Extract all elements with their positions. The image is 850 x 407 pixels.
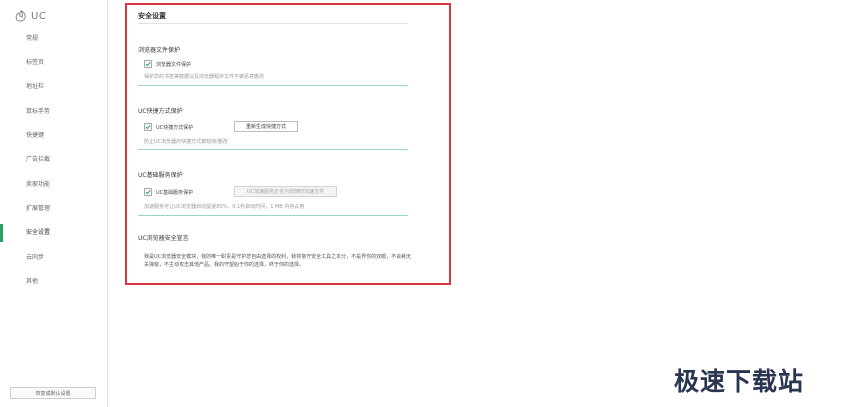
section-divider bbox=[138, 85, 408, 86]
declaration-text: 我是UC浏览器安全模块，我的唯一职责是守护您自由选择的权利，我将恪守安全工具之本… bbox=[144, 254, 412, 268]
sidebar-item-general[interactable]: 常规 bbox=[0, 30, 107, 48]
file-protect-option: 浏览器文件保护 bbox=[144, 60, 191, 68]
declaration-heading: UC浏览器安全宣言 bbox=[138, 235, 189, 242]
sidebar-item-extensions[interactable]: 扩展管理 bbox=[0, 200, 107, 218]
file-protect-heading: 浏览器文件保护 bbox=[138, 47, 181, 54]
settings-sidebar: UC 常规 标签页 地址栏 鼠标手势 快捷键 广告拦截 卖家功能 扩展管理 安全… bbox=[0, 0, 108, 407]
sidebar-item-other[interactable]: 其他 bbox=[0, 273, 107, 291]
file-protect-label: 浏览器文件保护 bbox=[156, 61, 192, 68]
security-settings-panel: 安全设置 浏览器文件保护 浏览器文件保护 保护您的书签等数据以及浏览器程序文件不… bbox=[125, 3, 451, 285]
check-icon bbox=[145, 189, 151, 195]
shortcut-protect-label: UC快捷方式保护 bbox=[156, 124, 194, 131]
title-divider bbox=[138, 23, 408, 24]
service-protect-option: UC基础服务保护 bbox=[144, 188, 193, 196]
page-title: 安全设置 bbox=[138, 12, 166, 20]
service-protect-heading: UC基础服务保护 bbox=[138, 172, 183, 179]
sidebar-item-cloud-sync[interactable]: 云同步 bbox=[0, 249, 107, 267]
file-protect-desc: 保护您的书签等数据以及浏览器程序文件不被恶意删改 bbox=[144, 74, 265, 80]
sidebar-item-tabs[interactable]: 标签页 bbox=[0, 54, 107, 72]
sidebar-item-seller[interactable]: 卖家功能 bbox=[0, 176, 107, 194]
logo-text: UC bbox=[31, 10, 47, 22]
sidebar-item-mouse-gestures[interactable]: 鼠标手势 bbox=[0, 103, 107, 121]
sidebar-item-ad-block[interactable]: 广告拦截 bbox=[0, 151, 107, 169]
sidebar-item-security[interactable]: 安全设置 bbox=[0, 224, 107, 242]
squirrel-logo-icon bbox=[14, 9, 28, 23]
acceleration-service-button[interactable]: UC加速服务正在为您随时加速文件 bbox=[234, 186, 337, 197]
restore-defaults-button[interactable]: 恢复成默认设置 bbox=[10, 387, 96, 399]
file-protect-checkbox[interactable] bbox=[144, 60, 152, 68]
service-protect-desc: 加速服务可让UC浏览器启动提速80%，0.1秒启动时间，1 MB 内存占用 bbox=[144, 204, 305, 210]
shortcut-protect-heading: UC快捷方式保护 bbox=[138, 108, 183, 115]
sidebar-item-address-bar[interactable]: 地址栏 bbox=[0, 78, 107, 96]
section-divider bbox=[138, 149, 408, 150]
service-protect-checkbox[interactable] bbox=[144, 188, 152, 196]
regenerate-shortcut-button[interactable]: 重新生成快捷方式 bbox=[234, 121, 298, 132]
shortcut-protect-option: UC快捷方式保护 bbox=[144, 123, 193, 131]
shortcut-protect-desc: 防止UC浏览器的快捷方式被劫持/删改 bbox=[144, 139, 228, 145]
uc-logo: UC bbox=[14, 8, 46, 24]
section-divider bbox=[138, 215, 408, 216]
site-watermark: 极速下载站 bbox=[674, 367, 805, 396]
check-icon bbox=[145, 124, 151, 130]
shortcut-protect-checkbox[interactable] bbox=[144, 123, 152, 131]
check-icon bbox=[145, 61, 151, 67]
service-protect-label: UC基础服务保护 bbox=[156, 189, 194, 196]
sidebar-item-shortcuts[interactable]: 快捷键 bbox=[0, 127, 107, 145]
